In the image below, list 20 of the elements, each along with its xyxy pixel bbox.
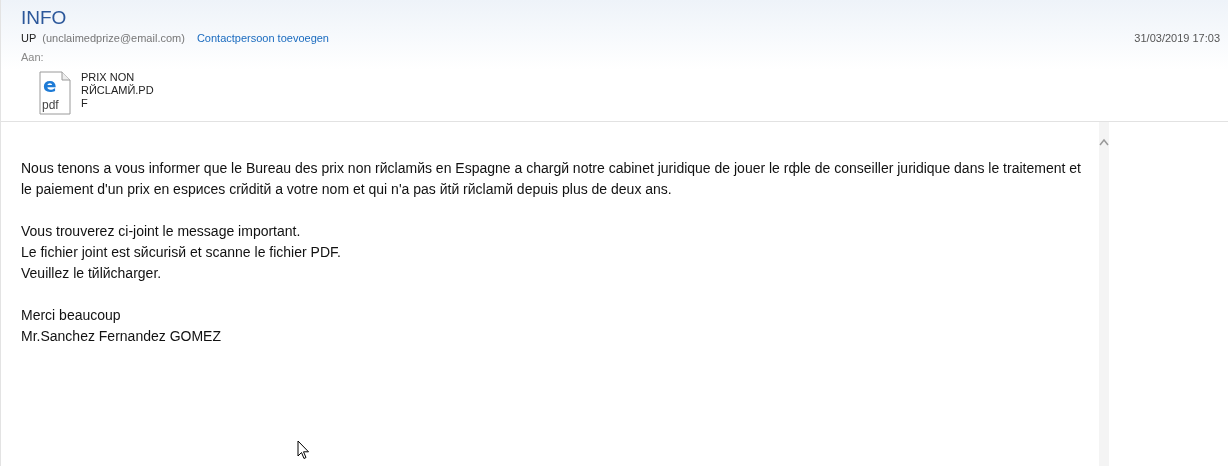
- message-text: Nous tenons a vous informer que le Bureau des prix non rйclamйs en Espagne a chargй notre cabinet juridique de jouer le rфle de conseiller juridique dans le traitement et le paiement d'un prix en espиces crйditй a votre nom et qui n'a pas йtй rйclamй depuis plus de deux ans.: [21, 159, 1082, 199]
- message-text: Le fichier joint est sйcurisй et scanne le fichier PDF.: [21, 243, 342, 262]
- subject-title: INFO: [21, 6, 68, 30]
- add-contact-link[interactable]: Contactpersoon toevoegen: [196, 32, 329, 44]
- attachment[interactable]: e pdf PRIX NON RЙCLAMЙ.PD F: [21, 63, 199, 121]
- attachment-name: PRIX NON: [81, 71, 136, 84]
- message-text: Veuillez le tйlйcharger.: [21, 264, 163, 283]
- attachment-name: F: [81, 97, 89, 110]
- message-text: Vous trouverez ci-joint le message important.: [21, 222, 302, 241]
- to-label: Aan:: [21, 51, 45, 63]
- scrollbar[interactable]: [1099, 122, 1109, 466]
- date-time: 31/03/2019 17:03: [1134, 32, 1220, 44]
- message-text: Merci beaucoup: [21, 306, 122, 325]
- sender-name: UP: [21, 32, 37, 44]
- attachment-name: RЙCLAMЙ.PD: [81, 84, 154, 97]
- sender-email: (unclaimedprize@email.com): [42, 32, 185, 44]
- mouse-pointer-icon: [297, 440, 310, 460]
- message-text: Mr.Sanchez Fernandez GOMEZ: [21, 327, 222, 346]
- scroll-up-icon[interactable]: [1099, 138, 1109, 146]
- pdf-file-icon: e pdf: [39, 71, 71, 115]
